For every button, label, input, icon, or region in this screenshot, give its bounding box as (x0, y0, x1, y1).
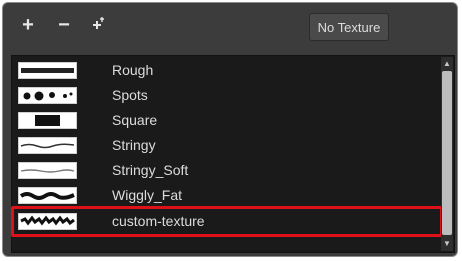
texture-label: Square (112, 112, 158, 128)
texture-swatch-square (18, 112, 77, 129)
texture-list: Rough Spots Square Stringy Stringy_Soft … (11, 55, 455, 253)
list-item[interactable]: Square (12, 108, 442, 133)
texture-swatch-stringy (18, 137, 77, 154)
texture-swatch-spots (18, 87, 77, 104)
list-item[interactable]: Wiggly_Fat (12, 183, 442, 208)
list-item[interactable]: Rough (12, 58, 442, 83)
list-item[interactable]: Spots (12, 83, 442, 108)
toolbar: + − No Texture (3, 3, 457, 49)
chevron-down-icon[interactable]: ▼ (442, 239, 452, 249)
minus-icon[interactable]: − (55, 15, 73, 35)
scrollbar-thumb[interactable] (442, 71, 452, 235)
texture-label: Stringy_Soft (112, 162, 189, 178)
brush-texture-panel: + − No Texture Rough Spots Square String… (2, 2, 458, 257)
scrollbar[interactable]: ▲ ▼ (441, 57, 453, 251)
chevron-up-icon[interactable]: ▲ (442, 59, 452, 69)
texture-label: Wiggly_Fat (112, 187, 183, 203)
clone-icon[interactable] (89, 16, 107, 34)
texture-swatch-wiggly-fat (18, 187, 77, 204)
texture-label: Stringy (112, 137, 156, 153)
texture-label: Rough (112, 62, 154, 78)
list-item[interactable]: Stringy_Soft (12, 158, 442, 183)
list-item[interactable]: Stringy (12, 133, 442, 158)
plus-icon[interactable]: + (19, 15, 37, 35)
texture-label: Spots (112, 87, 148, 103)
texture-swatch-stringy-soft (18, 162, 77, 179)
selected-row-highlight (11, 206, 443, 237)
no-texture-button[interactable]: No Texture (309, 13, 389, 41)
texture-swatch-rough (18, 62, 77, 79)
